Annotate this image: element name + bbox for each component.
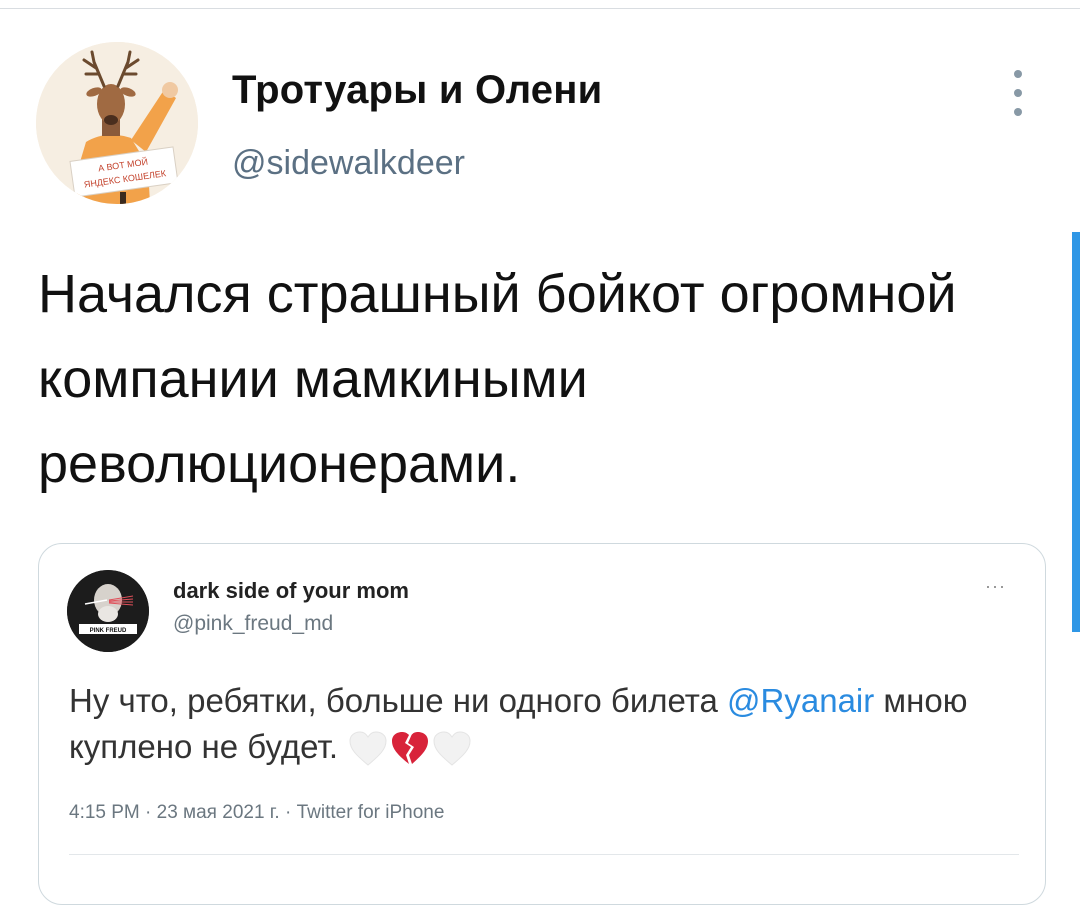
author-avatar[interactable]: А ВОТ МОЙ ЯНДЕКС КОШЕЛЕК bbox=[36, 42, 198, 204]
more-options-icon[interactable] bbox=[1006, 70, 1030, 116]
quoted-text-part1: Ну что, ребятки, больше ни одного билета bbox=[69, 682, 728, 719]
quoted-divider bbox=[69, 854, 1019, 855]
deer-avatar-icon: А ВОТ МОЙ ЯНДЕКС КОШЕЛЕК bbox=[36, 42, 198, 204]
emoji-group bbox=[348, 731, 472, 767]
broken-heart-icon bbox=[392, 732, 428, 765]
mention-link[interactable]: @Ryanair bbox=[727, 682, 874, 719]
quoted-tweet-card[interactable]: PINK FREUD dark side of your mom @pink_f… bbox=[38, 543, 1046, 905]
white-heart-icon bbox=[433, 731, 471, 766]
quoted-author-name[interactable]: dark side of your mom bbox=[173, 578, 409, 604]
top-divider bbox=[0, 8, 1080, 9]
scrollbar[interactable] bbox=[1072, 232, 1080, 632]
quoted-avatar-label: PINK FREUD bbox=[90, 628, 127, 634]
author-name[interactable]: Тротуары и Олени bbox=[232, 68, 602, 113]
author-handle[interactable]: @sidewalkdeer bbox=[232, 144, 465, 183]
quoted-author-handle[interactable]: @pink_freud_md bbox=[173, 612, 333, 636]
tweet-text: Начался страшный бойкот огромной компани… bbox=[38, 264, 957, 494]
pink-freud-avatar-icon: PINK FREUD bbox=[67, 570, 149, 652]
white-heart-icon bbox=[349, 731, 387, 766]
quoted-tweet-text: Ну что, ребятки, больше ни одного билета… bbox=[69, 678, 1019, 770]
quoted-author-avatar[interactable]: PINK FREUD bbox=[67, 570, 149, 652]
quoted-tweet-timestamp[interactable]: 4:15 PM · 23 мая 2021 г. · Twitter for i… bbox=[69, 802, 444, 824]
quoted-more-icon[interactable]: ··· bbox=[985, 576, 1006, 597]
